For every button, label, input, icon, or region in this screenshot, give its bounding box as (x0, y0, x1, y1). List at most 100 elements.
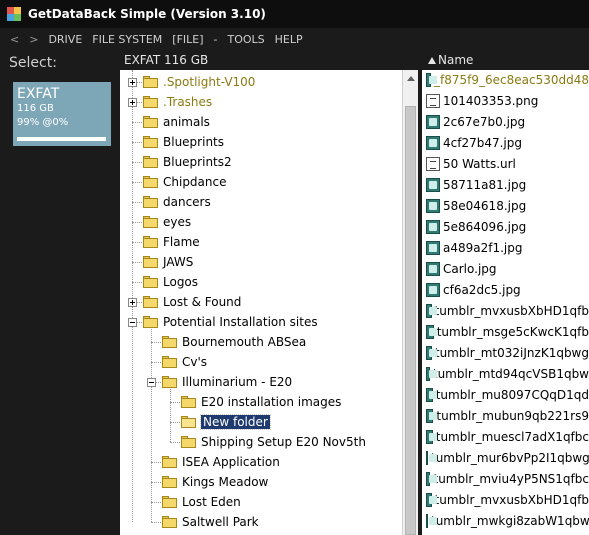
files-name-column-header[interactable]: Name (422, 50, 589, 70)
tree-item-label: dancers (163, 195, 211, 209)
file-row[interactable]: _f875f9_6ec8eac530dd48 (422, 70, 589, 90)
tree-item-label: Logos (163, 275, 199, 289)
tree-item-label: Kings Meadow (182, 475, 269, 489)
image-file-icon (426, 240, 440, 255)
expand-plus-icon[interactable] (128, 298, 137, 307)
file-row[interactable]: tumblr_mxh9ilSrlB1qfb (422, 531, 589, 535)
drive-card-exfat[interactable]: EXFAT 116 GB 99% @0% (13, 82, 111, 146)
tree-item-label: animals (163, 115, 210, 129)
tree-item[interactable]: Kings Meadow (161, 472, 268, 492)
tree-item[interactable]: .Trashes (142, 92, 212, 112)
folder-open-icon (180, 415, 197, 429)
tree-item-label: Saltwell Park (182, 515, 259, 529)
file-row[interactable]: tumblr_mvxusbXbHD1qfb (422, 489, 589, 510)
tree-item[interactable]: Illuminarium - E20 (161, 372, 292, 392)
collapse-minus-icon[interactable] (128, 318, 137, 327)
tree-item-label: Potential Installation sites (163, 315, 318, 329)
expand-plus-icon[interactable] (128, 78, 137, 87)
tree-item[interactable]: Lost Eden (161, 492, 241, 512)
menu-file[interactable]: [FILE] (172, 33, 203, 46)
tree-item[interactable]: Saltwell Park (161, 512, 259, 532)
expand-plus-icon[interactable] (128, 98, 137, 107)
tree-item[interactable]: Flame (142, 232, 200, 252)
file-row[interactable]: tumblr_mwkgi8zabW1qbw (422, 510, 589, 531)
tree-item[interactable]: eyes (142, 212, 191, 232)
tree-item-label: Flame (163, 235, 200, 249)
file-row[interactable]: 101403353.png (422, 90, 589, 111)
file-row[interactable]: 58e04618.jpg (422, 195, 589, 216)
folder-icon (142, 175, 159, 189)
tree-item-label: .Spotlight-V100 (163, 75, 256, 89)
file-row[interactable]: 58711a81.jpg (422, 174, 589, 195)
forward-button[interactable]: > (29, 33, 38, 46)
file-row[interactable]: 4cf27b47.jpg (422, 132, 589, 153)
image-file-icon (426, 177, 440, 192)
file-row[interactable]: tumblr_mviu4yP5NS1qfbc (422, 468, 589, 489)
image-file-icon (426, 429, 437, 444)
app-logo-icon (6, 6, 22, 22)
file-name: tumblr_msge5cKwcK1qfb (436, 324, 589, 339)
tree-item[interactable]: Logos (142, 272, 198, 292)
file-row[interactable]: cf6a2dc5.jpg (422, 279, 589, 300)
menu-help[interactable]: HELP (275, 33, 303, 46)
file-row[interactable]: tumblr_muescl7adX1qfbc (422, 426, 589, 447)
tree-item[interactable]: JAWS (142, 252, 193, 272)
file-name: _f875f9_6ec8eac530dd48 (434, 72, 589, 87)
file-row[interactable]: 2c67e7b0.jpg (422, 111, 589, 132)
file-row[interactable]: tumblr_mubun9qb221rs9 (422, 405, 589, 426)
scroll-up-arrow-icon[interactable] (407, 76, 415, 81)
file-row[interactable]: a489a2f1.jpg (422, 237, 589, 258)
tree-scrollbar[interactable] (402, 70, 418, 535)
folder-icon (161, 355, 178, 369)
file-row[interactable]: tumblr_mt032iJnzK1qbwg (422, 342, 589, 363)
folder-icon (142, 95, 159, 109)
file-name: tumblr_mviu4yP5NS1qfbc (433, 471, 589, 486)
tree-item[interactable]: Lost & Found (142, 292, 241, 312)
file-row[interactable]: tumblr_msge5cKwcK1qfb (422, 321, 589, 342)
folder-icon (142, 315, 159, 329)
scrollbar-thumb[interactable] (405, 106, 416, 535)
tree-item[interactable]: Blueprints2 (142, 152, 232, 172)
drive-percent: 99% @0% (17, 117, 69, 128)
tree-item[interactable]: New folder (180, 412, 271, 432)
file-row[interactable]: 50 Watts.url (422, 153, 589, 174)
tree-item-label: Bournemouth ABSea (182, 335, 307, 349)
tree-item[interactable]: Cv's (161, 352, 207, 372)
tree-item-label: Blueprints2 (163, 155, 232, 169)
file-row[interactable]: 5e864096.jpg (422, 216, 589, 237)
tree-item[interactable]: ISEA Application (161, 452, 280, 472)
tree-item[interactable]: Blueprints (142, 132, 224, 152)
folder-tree: .Spotlight-V100 .Trashes animals Blueprints… (120, 70, 402, 535)
tree-item-label: Cv's (182, 355, 208, 369)
folder-icon (180, 435, 197, 449)
drive-name: EXFAT (17, 86, 60, 102)
back-button[interactable]: < (10, 33, 19, 46)
tree-item[interactable]: .Spotlight-V100 (142, 72, 255, 92)
file-name: tumblr_mubun9qb221rs9 (436, 408, 589, 423)
file-row[interactable]: tumblr_mvxusbXbHD1qfb (422, 300, 589, 321)
menu-tools[interactable]: TOOLS (228, 33, 265, 46)
tree-item[interactable]: animals (142, 112, 210, 132)
menu-drive[interactable]: DRIVE (48, 33, 82, 46)
file-name: 101403353.png (443, 93, 539, 108)
tree-item[interactable]: Potential Installation sites (142, 312, 318, 332)
folder-icon (142, 195, 159, 209)
file-row[interactable]: tumblr_mur6bvPp2I1qbwg (422, 447, 589, 468)
tree-item[interactable]: Chipdance (142, 172, 227, 192)
tree-item[interactable]: Shipping Setup E20 Nov5th (180, 432, 366, 452)
folder-icon (161, 335, 178, 349)
tree-item[interactable]: dancers (142, 192, 211, 212)
file-row[interactable]: tumblr_mtd94qcVSB1qbw (422, 363, 589, 384)
folder-icon (142, 295, 159, 309)
collapse-minus-icon[interactable] (147, 378, 156, 387)
image-file-icon (426, 282, 440, 297)
file-name: Carlo.jpg (443, 261, 497, 276)
menu-file-system[interactable]: FILE SYSTEM (92, 33, 162, 46)
tree-header: EXFAT 116 GB (120, 50, 418, 70)
file-row[interactable]: tumblr_mu8097CQqD1qd (422, 384, 589, 405)
tree-item[interactable]: Bournemouth ABSea (161, 332, 306, 352)
tree-item[interactable]: E20 installation images (180, 392, 341, 412)
image-file-icon (426, 471, 439, 486)
file-row[interactable]: Carlo.jpg (422, 258, 589, 279)
menu-bar: < > DRIVE FILE SYSTEM [FILE] - TOOLS HEL… (0, 30, 589, 48)
